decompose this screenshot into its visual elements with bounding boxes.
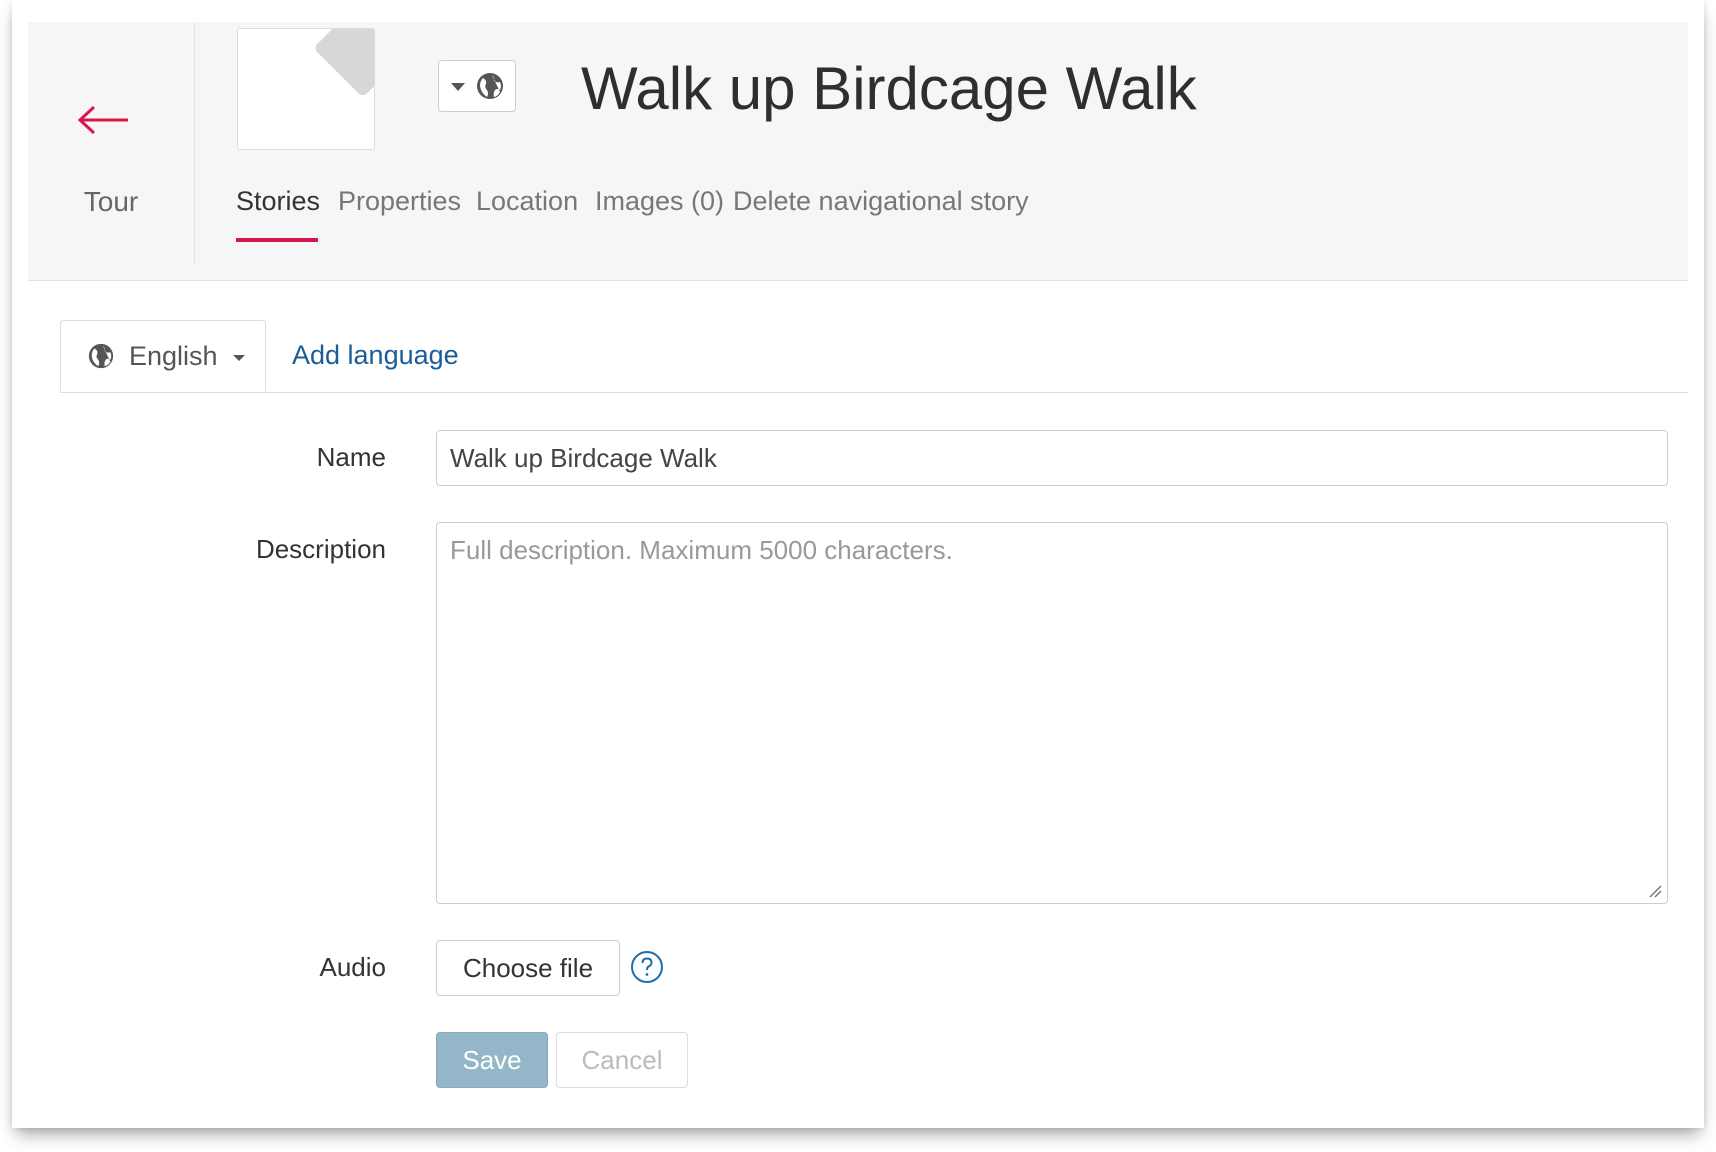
turn-right-sign-icon (288, 1, 410, 105)
language-tabs: English Add language (60, 320, 1688, 393)
tab-location[interactable]: Location (476, 186, 578, 217)
description-label: Description (255, 534, 386, 564)
caret-down-icon (451, 83, 465, 91)
choose-file-button[interactable]: Choose file (436, 940, 620, 996)
globe-icon (88, 343, 114, 369)
description-field[interactable] (436, 522, 1668, 904)
caret-down-icon (233, 355, 245, 361)
language-tab-label: English (129, 341, 218, 371)
language-tab-english[interactable]: English (60, 320, 266, 392)
story-header: Tour Walk up Birdcage Walk Stories Prope… (28, 1, 1688, 281)
save-button[interactable]: Save (436, 1032, 548, 1088)
arrow-left-icon (77, 105, 128, 135)
resize-grip-icon[interactable] (1648, 884, 1662, 898)
back-to-tour-link[interactable]: Tour (28, 22, 195, 264)
tab-images[interactable]: Images (0) (595, 186, 724, 217)
audio-label: Audio (319, 952, 387, 982)
question-circle-icon[interactable] (630, 950, 664, 984)
page-title: Walk up Birdcage Walk (581, 55, 1197, 122)
tab-stories[interactable]: Stories (236, 186, 320, 217)
globe-icon (477, 73, 503, 99)
tab-properties[interactable]: Properties (338, 186, 461, 217)
name-field[interactable] (436, 430, 1668, 486)
story-thumbnail[interactable] (237, 1, 410, 150)
tab-delete-navigational-story[interactable]: Delete navigational story (733, 186, 1029, 217)
story-language-dropdown[interactable] (438, 60, 516, 112)
add-language-link[interactable]: Add language (292, 340, 459, 371)
page-frame: Tour Walk up Birdcage Walk Stories Prope… (12, 0, 1704, 1128)
active-tab-indicator (236, 238, 318, 242)
back-label: Tour (83, 186, 139, 217)
name-label: Name (316, 442, 386, 472)
cancel-button[interactable]: Cancel (556, 1032, 688, 1088)
